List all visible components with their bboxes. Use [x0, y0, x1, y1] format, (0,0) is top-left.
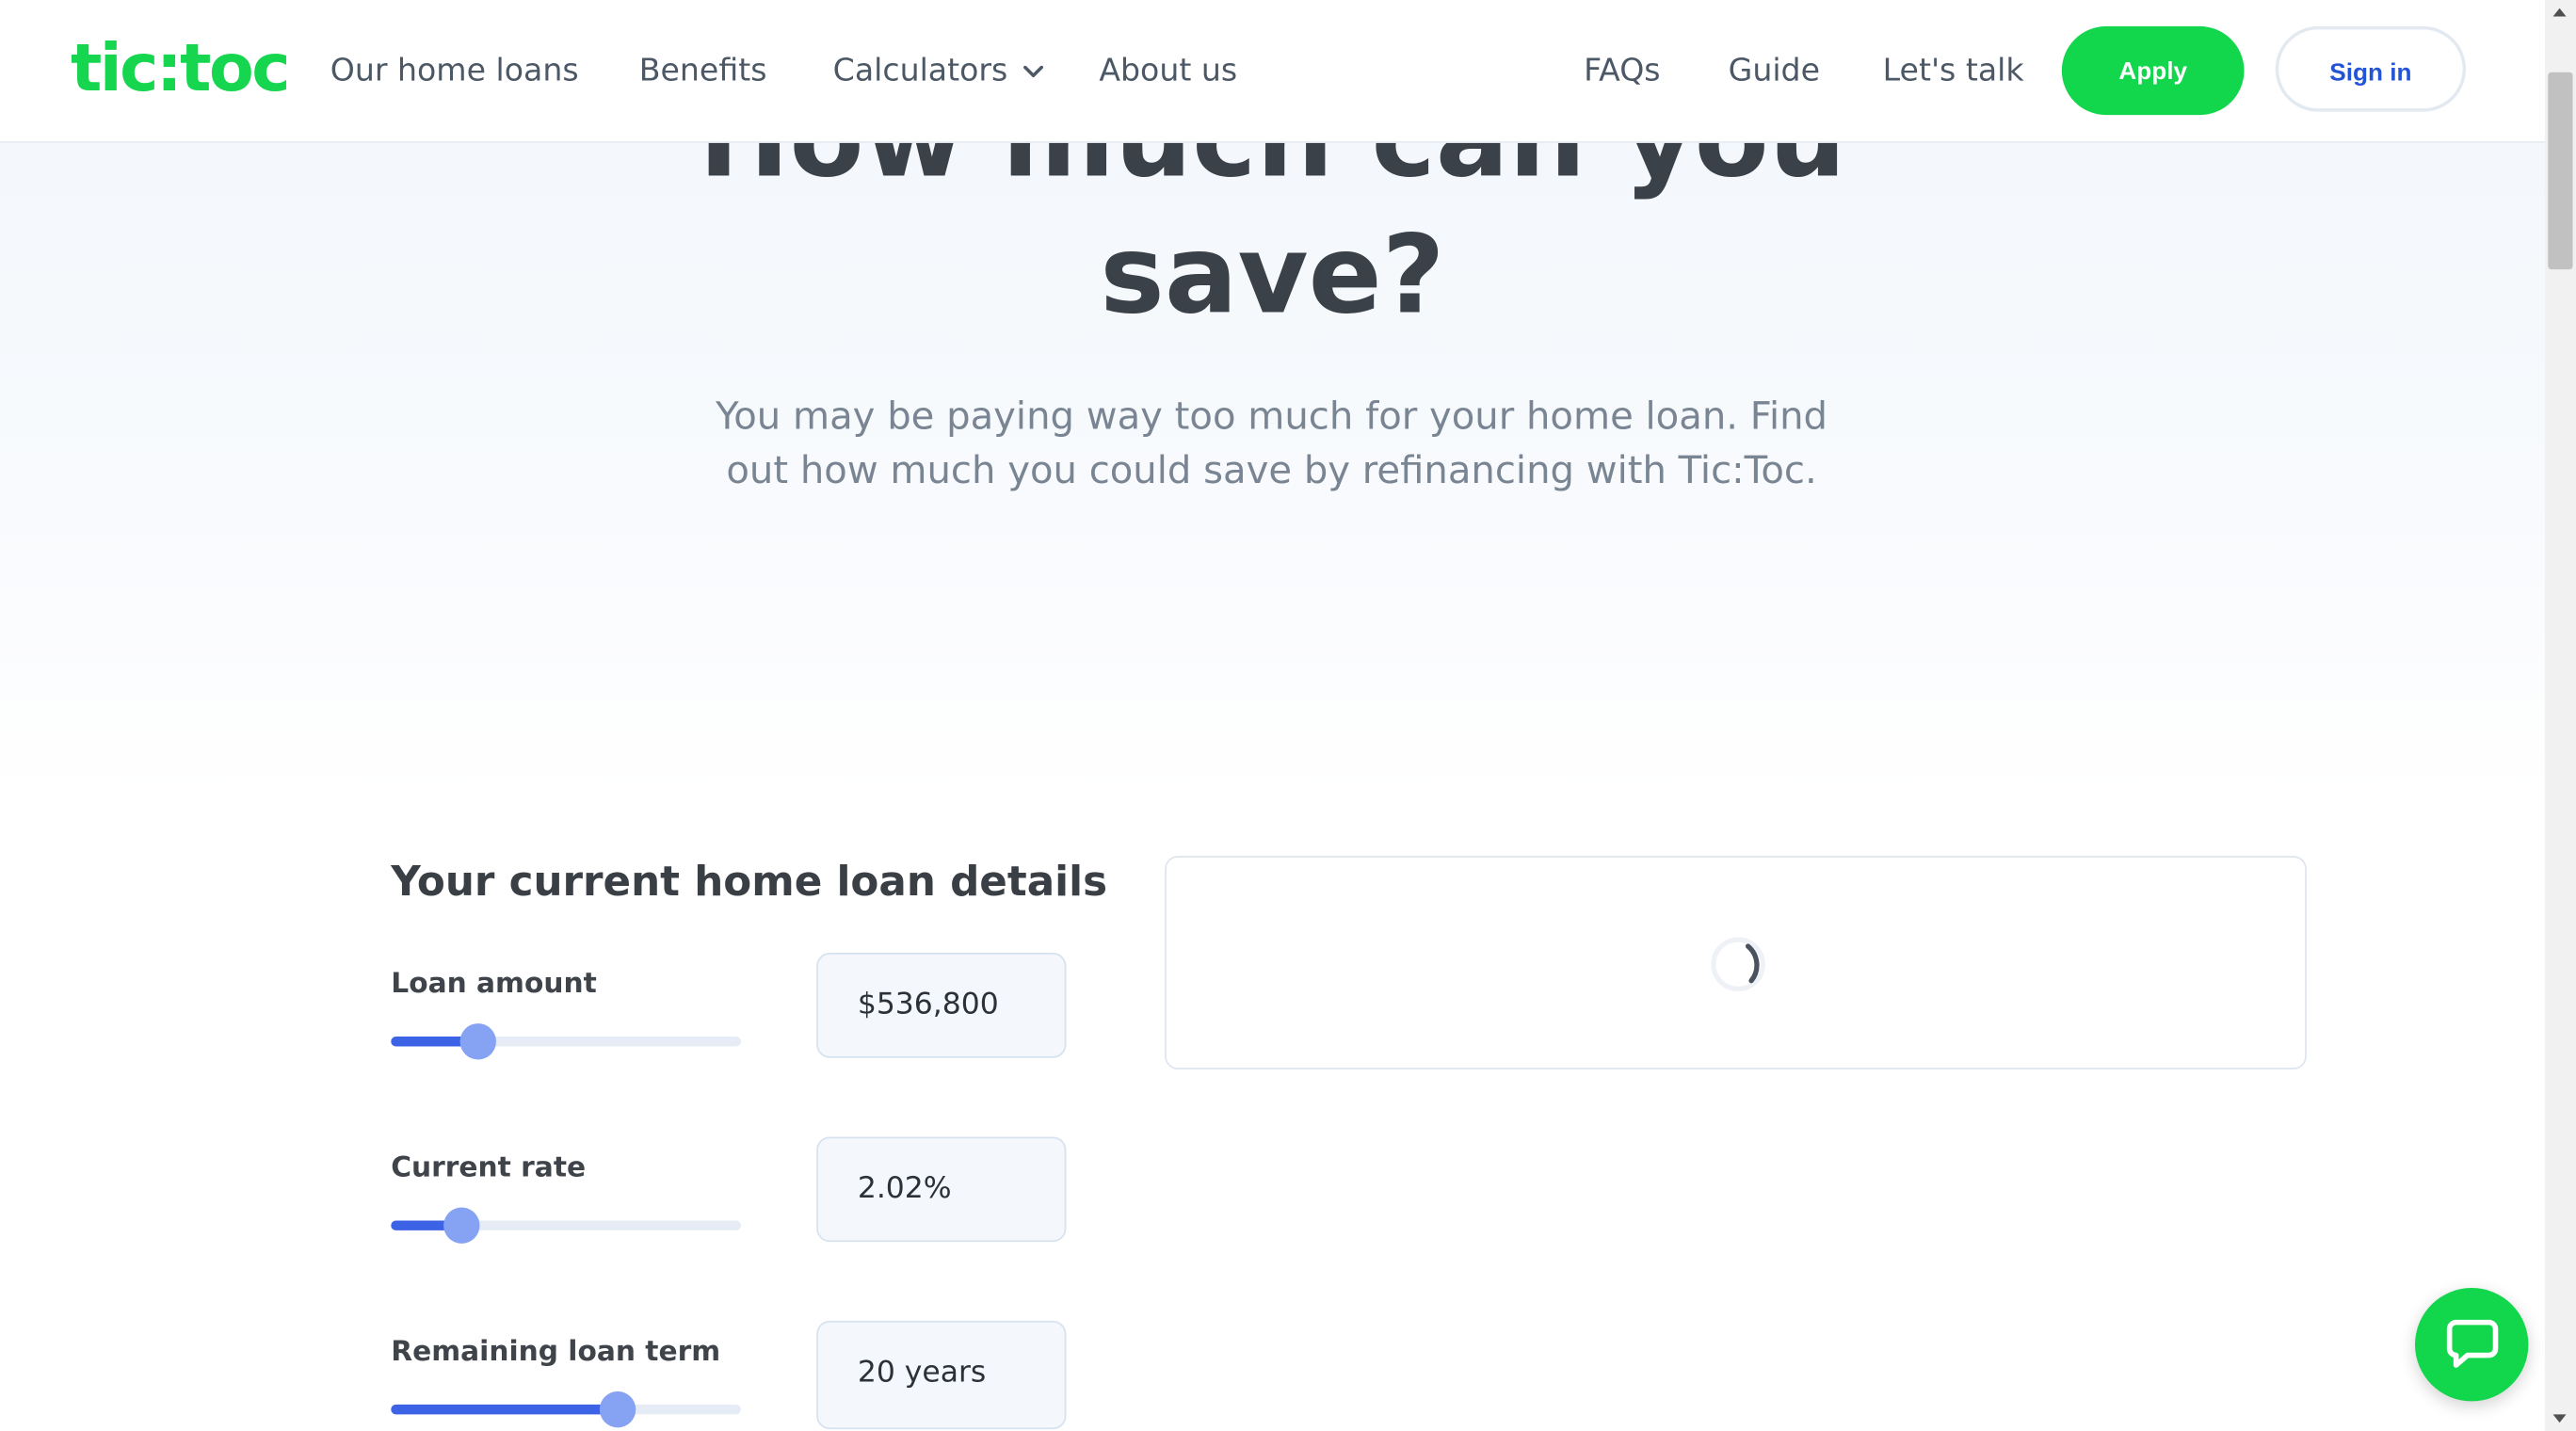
loading-spinner-icon [1711, 937, 1765, 992]
hero-subtitle: You may be paying way too much for your … [716, 395, 1828, 493]
nav-calculators[interactable]: Calculators [833, 49, 1044, 91]
loan-details-title: Your current home loan details [391, 857, 1108, 906]
loan-amount-slider-thumb[interactable] [460, 1023, 497, 1060]
current-rate-input[interactable]: 2.02% [816, 1136, 1067, 1243]
remaining-term-slider-fill [391, 1404, 619, 1415]
current-rate-label: Current rate [391, 1151, 587, 1185]
remaining-term-input[interactable]: 20 years [816, 1320, 1067, 1430]
tictoc-logo[interactable]: tic:toc [71, 29, 291, 108]
sign-in-button[interactable]: Sign in [2275, 25, 2467, 112]
remaining-term-label: Remaining loan term [391, 1335, 721, 1369]
loan-amount-input[interactable]: $536,800 [816, 953, 1067, 1058]
current-rate-slider-thumb[interactable] [443, 1207, 479, 1244]
remaining-term-slider[interactable] [391, 1391, 741, 1428]
chat-bubble-icon [2446, 1319, 2499, 1368]
remaining-term-slider-thumb[interactable] [600, 1391, 637, 1428]
scroll-down-arrow-icon[interactable] [2552, 1413, 2567, 1423]
chevron-down-icon [1023, 64, 1044, 77]
nav-benefits[interactable]: Benefits [639, 49, 767, 91]
scroll-up-arrow-icon[interactable] [2552, 8, 2567, 17]
loan-amount-label: Loan amount [391, 967, 597, 1001]
apply-button[interactable]: Apply [2061, 25, 2245, 116]
chat-button[interactable] [2415, 1288, 2529, 1402]
nav-calculators-label: Calculators [832, 52, 1008, 89]
current-rate-slider[interactable] [391, 1207, 741, 1244]
savings-result-card [1165, 856, 2307, 1069]
nav-faqs[interactable]: FAQs [1584, 49, 1660, 91]
site-header: tic:toc Our home loans Benefits Calculat… [0, 0, 2545, 143]
page-scrollbar[interactable] [2544, 0, 2576, 1431]
nav-guide[interactable]: Guide [1729, 49, 1820, 91]
scrollbar-thumb[interactable] [2548, 72, 2573, 270]
hero-title-line-2: save? [1100, 212, 1445, 339]
nav-our-home-loans[interactable]: Our home loans [330, 49, 579, 91]
loan-amount-slider[interactable] [391, 1023, 741, 1060]
nav-lets-talk[interactable]: Let's talk [1883, 49, 2024, 91]
nav-about-us[interactable]: About us [1099, 49, 1237, 91]
